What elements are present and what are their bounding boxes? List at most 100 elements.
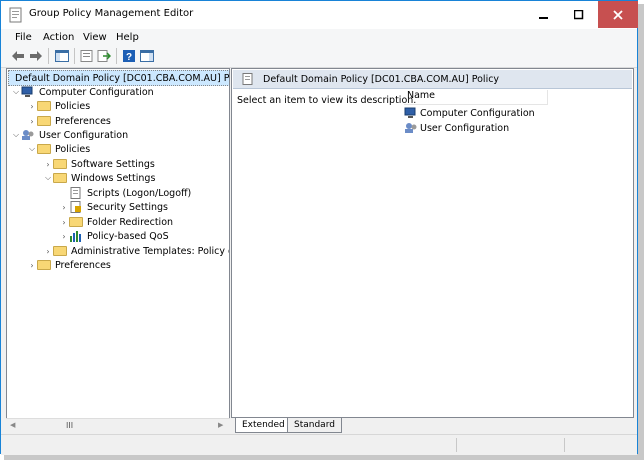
expand-arrow-icon[interactable]: › <box>43 247 53 256</box>
status-divider <box>456 438 457 452</box>
maximize-button[interactable] <box>560 1 598 28</box>
column-header-name[interactable]: Name <box>404 90 548 105</box>
status-divider <box>564 438 565 452</box>
list-item-label: User Configuration <box>420 122 510 134</box>
description-text: Select an item to view its description. <box>237 95 417 106</box>
expand-arrow-icon[interactable]: › <box>43 160 53 169</box>
tree-item-computer-configuration[interactable]: ⌵ Computer Configuration <box>11 85 154 99</box>
list-item-label: Computer Configuration <box>420 107 535 119</box>
tree-label: Preferences <box>55 115 111 127</box>
tree-item-policy-qos[interactable]: › Policy-based QoS <box>59 229 169 243</box>
app-window: Group Policy Management Editor File Acti… <box>0 0 638 455</box>
properties-icon <box>80 50 93 62</box>
export-list-button[interactable] <box>95 47 113 65</box>
console-tree[interactable]: Default Domain Policy [DC01.CBA.COM.AU] … <box>6 68 230 434</box>
tree-item-uc-policies[interactable]: ⌵ Policies <box>27 142 90 156</box>
properties-button[interactable] <box>78 47 96 65</box>
show-action-pane-button[interactable] <box>138 47 156 65</box>
help-icon: ? <box>123 50 135 63</box>
policy-document-icon <box>9 7 22 23</box>
tree-label: Policies <box>55 100 91 112</box>
minimize-icon <box>539 16 548 19</box>
scroll-right-arrow-icon[interactable]: ▶ <box>218 421 223 429</box>
tree-item-cc-policies[interactable]: › Policies <box>27 99 90 113</box>
tree-label: Computer Configuration <box>39 86 154 98</box>
expand-arrow-icon[interactable]: › <box>27 261 37 270</box>
tree-label: Default Domain Policy [DC01.CBA.COM.AU] … <box>15 72 230 84</box>
computer-icon <box>21 86 33 97</box>
collapse-arrow-icon[interactable]: ⌵ <box>11 130 21 140</box>
tree-item-cc-preferences[interactable]: › Preferences <box>27 114 111 128</box>
menu-view[interactable]: View <box>83 32 107 43</box>
scroll-left-arrow-icon[interactable]: ◀ <box>10 421 15 429</box>
back-button[interactable] <box>9 47 27 65</box>
menu-action[interactable]: Action <box>43 32 74 43</box>
details-header-title: Default Domain Policy [DC01.CBA.COM.AU] … <box>263 73 500 85</box>
expand-arrow-icon[interactable]: › <box>27 117 37 126</box>
folder-open-icon <box>37 144 51 154</box>
forward-button[interactable] <box>27 47 45 65</box>
tab-standard[interactable]: Standard <box>287 418 342 433</box>
tree-label: Policy-based QoS <box>87 230 169 242</box>
menu-file[interactable]: File <box>15 32 32 43</box>
maximize-icon <box>574 9 584 19</box>
toolbar-separator <box>74 48 75 64</box>
computer-icon <box>404 107 416 118</box>
window-title: Group Policy Management Editor <box>29 8 194 19</box>
tree-item-software-settings[interactable]: › Software Settings <box>43 157 155 171</box>
close-icon <box>613 9 623 20</box>
scroll-thumb[interactable]: III <box>66 421 73 430</box>
tree-label: Folder Redirection <box>87 216 174 228</box>
folder-icon <box>53 246 67 256</box>
help-button[interactable]: ? <box>120 47 138 65</box>
tree-item-folder-redirection[interactable]: › Folder Redirection <box>59 215 173 229</box>
security-settings-icon <box>70 201 81 213</box>
collapse-arrow-icon[interactable]: ⌵ <box>43 173 53 183</box>
folder-icon <box>37 260 51 270</box>
details-pane: Default Domain Policy [DC01.CBA.COM.AU] … <box>231 68 634 418</box>
tree-item-admin-templates[interactable]: › Administrative Templates: Policy def <box>43 244 230 258</box>
details-header: Default Domain Policy [DC01.CBA.COM.AU] … <box>233 70 632 89</box>
tree-label: Software Settings <box>71 158 155 170</box>
menu-help[interactable]: Help <box>116 32 139 43</box>
folder-icon <box>53 159 67 169</box>
horizontal-scrollbar[interactable]: ◀ III ▶ <box>6 418 230 435</box>
tree-item-user-configuration[interactable]: ⌵ User Configuration <box>11 128 128 142</box>
tree-label: Preferences <box>55 259 111 271</box>
console-tree-icon <box>55 50 69 62</box>
minimize-button[interactable] <box>525 1 563 28</box>
svg-text:?: ? <box>126 52 132 63</box>
tree-item-scripts[interactable]: Scripts (Logon/Logoff) <box>59 186 191 200</box>
qos-chart-icon <box>70 231 81 242</box>
folder-icon <box>37 116 51 126</box>
back-arrow-icon <box>12 51 24 61</box>
show-hide-tree-button[interactable] <box>53 47 71 65</box>
expand-arrow-icon[interactable]: › <box>59 218 69 227</box>
folder-icon <box>69 217 83 227</box>
collapse-arrow-icon[interactable]: ⌵ <box>11 87 21 97</box>
tree-item-windows-settings[interactable]: ⌵ Windows Settings <box>43 171 155 185</box>
tree-item-root[interactable]: Default Domain Policy [DC01.CBA.COM.AU] … <box>8 70 230 86</box>
export-list-icon <box>97 50 111 62</box>
close-button[interactable] <box>598 1 638 28</box>
tree-label: Windows Settings <box>71 172 156 184</box>
status-bar <box>1 434 637 455</box>
folder-open-icon <box>53 173 67 183</box>
tab-extended[interactable]: Extended <box>235 418 292 433</box>
tree-item-uc-preferences[interactable]: › Preferences <box>27 258 111 272</box>
folder-icon <box>37 101 51 111</box>
toolbar-separator <box>48 48 49 64</box>
toolbar: ? <box>1 45 637 68</box>
tree-item-security-settings[interactable]: › Security Settings <box>59 200 168 214</box>
list-item-user-configuration[interactable]: User Configuration <box>404 121 509 135</box>
toolbar-separator <box>116 48 117 64</box>
list-item-computer-configuration[interactable]: Computer Configuration <box>404 106 535 120</box>
tree-label: Policies <box>55 143 91 155</box>
tree-label: Administrative Templates: Policy def <box>71 245 230 257</box>
tree-label: Scripts (Logon/Logoff) <box>87 187 192 199</box>
expand-arrow-icon[interactable]: › <box>59 203 69 212</box>
users-icon <box>405 123 417 133</box>
expand-arrow-icon[interactable]: › <box>27 102 37 111</box>
expand-arrow-icon[interactable]: › <box>59 232 69 241</box>
collapse-arrow-icon[interactable]: ⌵ <box>27 144 37 154</box>
